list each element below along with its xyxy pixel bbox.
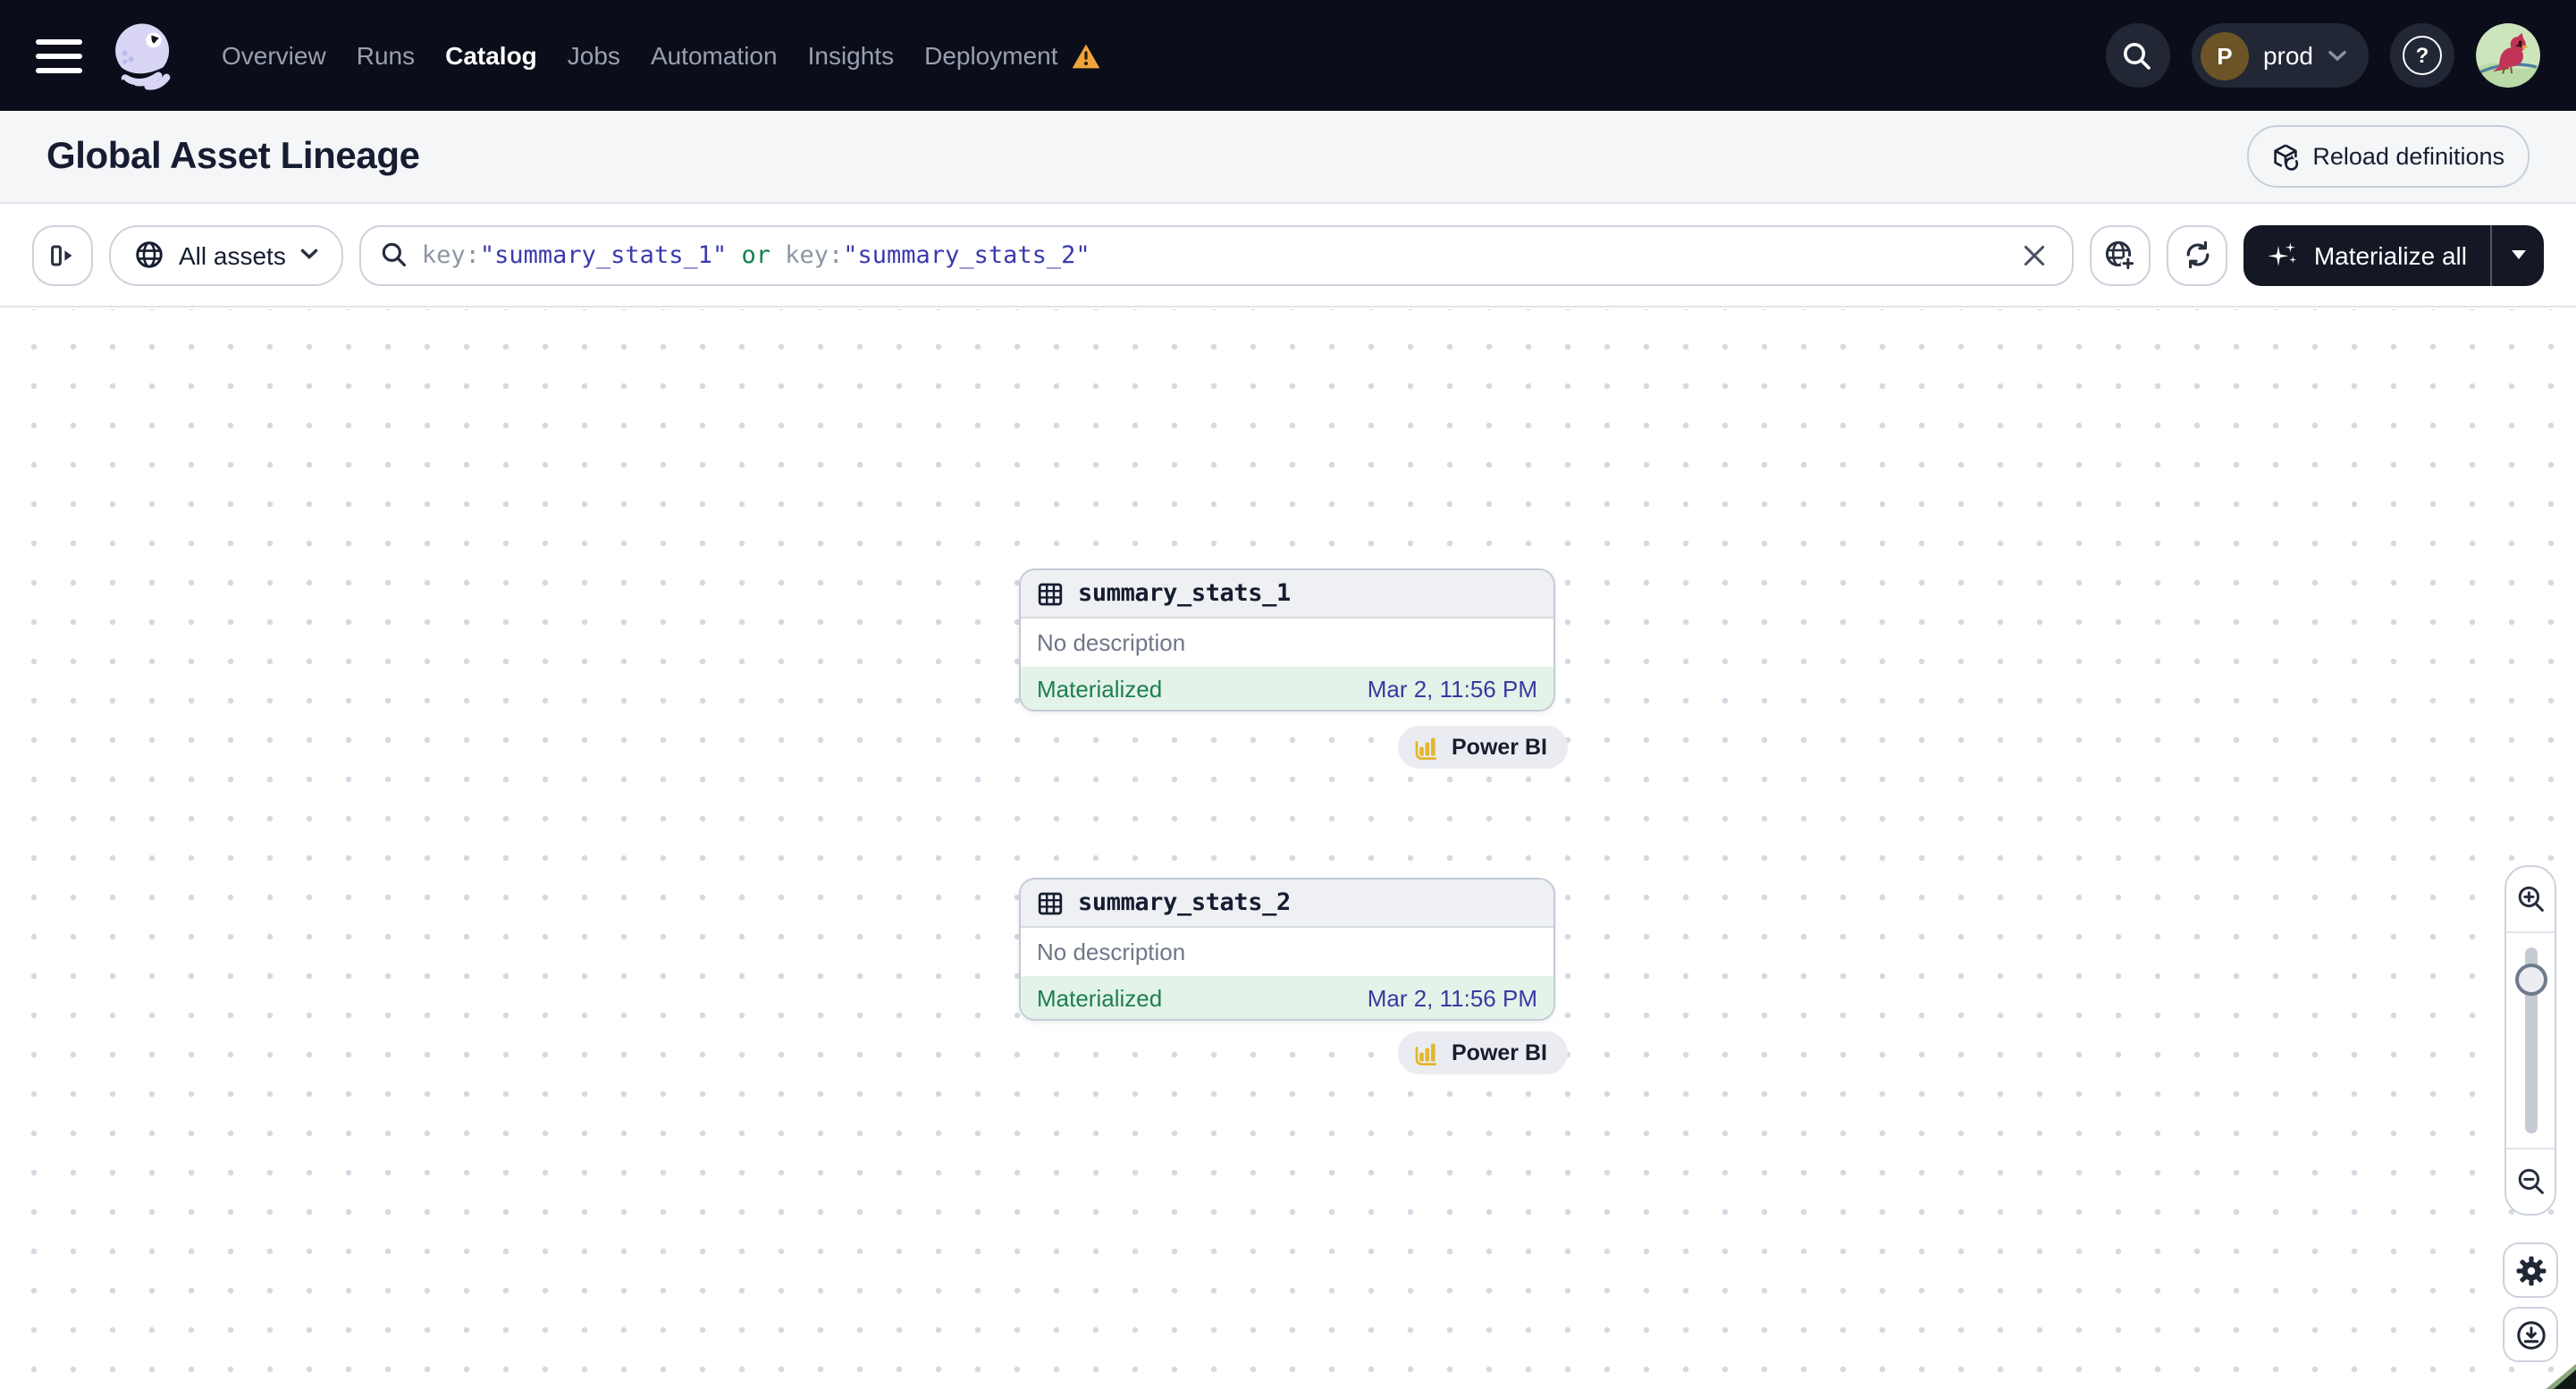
refresh-icon [2186, 240, 2210, 269]
asset-scope-label: All assets [179, 240, 286, 269]
materialize-options-button[interactable] [2490, 224, 2544, 285]
powerbi-tag[interactable]: Power BI [1398, 1031, 1567, 1074]
zoom-in-button[interactable] [2506, 867, 2555, 933]
materialize-all-label: Materialize all [2313, 240, 2467, 269]
zoom-controls [2504, 865, 2556, 1216]
asset-name: summary_stats_2 [1078, 888, 1291, 917]
clear-search-button[interactable] [2017, 237, 2053, 273]
powerbi-icon [1415, 1043, 1437, 1065]
lineage-toolbar: All assets key:"summary_stats_1" or key:… [0, 204, 2576, 307]
asset-name: summary_stats_1 [1078, 579, 1291, 608]
question-mark-icon: ? [2403, 36, 2442, 75]
nav-item-automation[interactable]: Automation [651, 38, 778, 73]
nav-item-jobs[interactable]: Jobs [568, 38, 620, 73]
powerbi-tag-label: Power BI [1452, 735, 1547, 760]
reload-cube-icon [2273, 143, 2298, 170]
fetch-external-assets-button[interactable] [2090, 224, 2151, 285]
materialize-all-split-button: Materialize all [2243, 224, 2544, 285]
asset-node-header: summary_stats_1 [1021, 570, 1553, 619]
nav-item-overview[interactable]: Overview [222, 38, 326, 73]
page-title: Global Asset Lineage [46, 135, 420, 176]
search-query-text: key:"summary_stats_1" or key:"summary_st… [422, 240, 2003, 269]
search-icon [382, 242, 406, 267]
reload-definitions-label: Reload definitions [2312, 143, 2504, 170]
environment-switcher[interactable]: P prod [2191, 23, 2369, 88]
asset-node-header: summary_stats_2 [1021, 880, 1553, 928]
user-avatar[interactable] [2476, 23, 2540, 88]
asset-scope-dropdown[interactable]: All assets [109, 224, 343, 285]
collapse-panel-icon [51, 244, 72, 265]
nav-item-catalog[interactable]: Catalog [445, 38, 537, 73]
asset-node-summary-stats-1[interactable]: summary_stats_1 No description Materiali… [1019, 568, 1555, 711]
close-x-icon [2025, 244, 2045, 265]
zoom-slider-knob[interactable] [2514, 964, 2547, 996]
dagster-logo[interactable] [107, 20, 179, 91]
zoom-slider[interactable] [2506, 933, 2555, 1148]
powerbi-icon [1415, 737, 1437, 760]
top-navbar: Overview Runs Catalog Jobs Automation In… [0, 0, 2576, 111]
environment-name: prod [2262, 41, 2313, 70]
environment-initial-badge: P [2200, 31, 2249, 80]
primary-nav: Overview Runs Catalog Jobs Automation In… [222, 38, 1101, 73]
open-sidebar-button[interactable] [32, 224, 93, 285]
search-icon [2124, 42, 2151, 69]
globe-icon [136, 241, 163, 268]
download-image-button[interactable] [2503, 1307, 2558, 1362]
gear-icon [2515, 1255, 2546, 1285]
table-icon [1038, 582, 1063, 605]
cardinal-avatar-image [2476, 23, 2540, 88]
table-icon [1038, 891, 1063, 914]
sparkles-icon [2269, 241, 2298, 265]
materialization-timestamp[interactable]: Mar 2, 11:56 PM [1368, 984, 1537, 1011]
powerbi-tag[interactable]: Power BI [1398, 726, 1567, 769]
global-asset-lineage-page: Overview Runs Catalog Jobs Automation In… [0, 0, 2576, 1389]
asset-status-row: Materialized Mar 2, 11:56 PM [1021, 976, 1553, 1019]
lineage-canvas[interactable]: summary_stats_1 No description Materiali… [0, 309, 2576, 1389]
globe-plus-icon [2106, 240, 2136, 270]
caret-down-icon [2511, 250, 2525, 259]
status-badge: Materialized [1037, 984, 1163, 1011]
powerbi-tag-label: Power BI [1452, 1040, 1547, 1065]
hamburger-menu-icon[interactable] [36, 38, 82, 72]
asset-search-input[interactable]: key:"summary_stats_1" or key:"summary_st… [358, 224, 2075, 285]
query-value-token: "summary_stats_1" [479, 240, 728, 269]
query-key-token: key: [785, 240, 844, 269]
chevron-down-icon [300, 248, 318, 259]
download-icon [2516, 1320, 2545, 1349]
nav-item-insights[interactable]: Insights [808, 38, 895, 73]
zoom-out-button[interactable] [2506, 1148, 2555, 1214]
reload-definitions-button[interactable]: Reload definitions [2246, 125, 2530, 188]
refresh-graph-button[interactable] [2167, 224, 2228, 285]
help-button[interactable]: ? [2390, 23, 2454, 88]
navbar-right: P prod ? [2105, 23, 2540, 88]
query-value-token: "summary_stats_2" [843, 240, 1090, 269]
asset-status-row: Materialized Mar 2, 11:56 PM [1021, 667, 1553, 710]
global-search-button[interactable] [2105, 23, 2170, 88]
octopus-logo-icon [112, 23, 171, 90]
status-badge: Materialized [1037, 675, 1163, 702]
materialize-all-button[interactable]: Materialize all [2244, 224, 2490, 285]
corner-decoration [2533, 1357, 2576, 1389]
query-key-token: key: [421, 240, 480, 269]
page-header: Global Asset Lineage Reload definitions [0, 111, 2576, 204]
zoom-out-icon [2517, 1168, 2543, 1194]
asset-description: No description [1037, 629, 1186, 656]
chevron-down-icon [2328, 49, 2346, 61]
nav-item-deployment[interactable]: Deployment [924, 38, 1100, 73]
graph-settings-button[interactable] [2503, 1242, 2558, 1298]
query-operator-token: or [727, 240, 786, 269]
warning-icon [1072, 43, 1099, 68]
asset-description: No description [1037, 939, 1186, 965]
materialization-timestamp[interactable]: Mar 2, 11:56 PM [1368, 675, 1537, 702]
nav-item-runs[interactable]: Runs [357, 38, 415, 73]
zoom-in-icon [2517, 886, 2543, 912]
asset-node-summary-stats-2[interactable]: summary_stats_2 No description Materiali… [1019, 878, 1555, 1021]
